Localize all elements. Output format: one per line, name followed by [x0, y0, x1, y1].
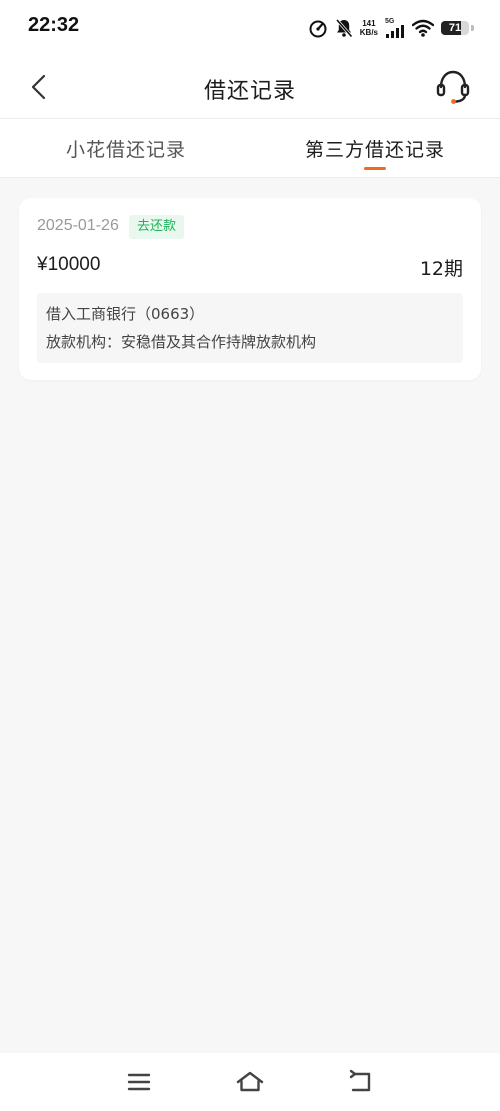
- battery-level: 71: [448, 22, 462, 34]
- net-speed-unit: KB/s: [359, 28, 378, 37]
- cell-signal: 5G: [385, 18, 405, 38]
- tab-xiaohua-records[interactable]: 小花借还记录: [66, 135, 186, 162]
- home-icon: [236, 1071, 264, 1092]
- bell-muted-icon: [335, 19, 353, 38]
- active-tab-indicator: [364, 167, 386, 170]
- page-title: 借还记录: [203, 79, 296, 104]
- tab-third-party-records[interactable]: 第三方借还记录: [305, 135, 445, 162]
- header: 借还记录: [0, 56, 500, 118]
- bank-line: 借入工商银行（0663）: [46, 305, 205, 323]
- nav-home-button[interactable]: [235, 1067, 265, 1097]
- headset-icon: [436, 70, 470, 104]
- tab-bar: 小花借还记录 第三方借还记录: [0, 119, 500, 178]
- signal-icon: [386, 25, 404, 38]
- system-nav-bar: [0, 1053, 500, 1111]
- battery-tip: [471, 25, 474, 31]
- wifi-icon: [412, 19, 434, 37]
- battery-icon: 71: [441, 21, 469, 35]
- repay-badge[interactable]: 去还款: [129, 215, 185, 239]
- nav-back-button[interactable]: [346, 1067, 376, 1097]
- customer-service-button[interactable]: [434, 67, 472, 107]
- network-type: 5G: [385, 18, 395, 25]
- back-icon: [349, 1069, 371, 1092]
- status-icons: 141 KB/s 5G 71: [308, 16, 474, 40]
- record-date: 2025-01-26: [37, 217, 119, 234]
- status-time: 22:32: [28, 14, 80, 36]
- record-amount: ¥10000: [37, 254, 101, 275]
- loan-record-card[interactable]: 2025-01-26 去还款 ¥10000 12期 借入工商银行（0663） 放…: [19, 198, 481, 380]
- nav-menu-button[interactable]: [124, 1067, 154, 1097]
- lender-line: 放款机构：安稳借及其合作持牌放款机构: [46, 333, 317, 351]
- net-speed: 141 KB/s: [360, 19, 378, 37]
- status-bar: 22:32 141 KB/s 5G 71: [0, 0, 500, 56]
- net-speed-value: 141: [362, 19, 376, 28]
- record-detail-box: 借入工商银行（0663） 放款机构：安稳借及其合作持牌放款机构: [37, 293, 463, 363]
- top-area: 22:32 141 KB/s 5G 71 借还记录 小花借还记录 第三方借还记录: [0, 0, 500, 178]
- record-term: 12期: [419, 258, 463, 280]
- menu-icon: [127, 1073, 151, 1091]
- speedometer-icon: [309, 20, 327, 38]
